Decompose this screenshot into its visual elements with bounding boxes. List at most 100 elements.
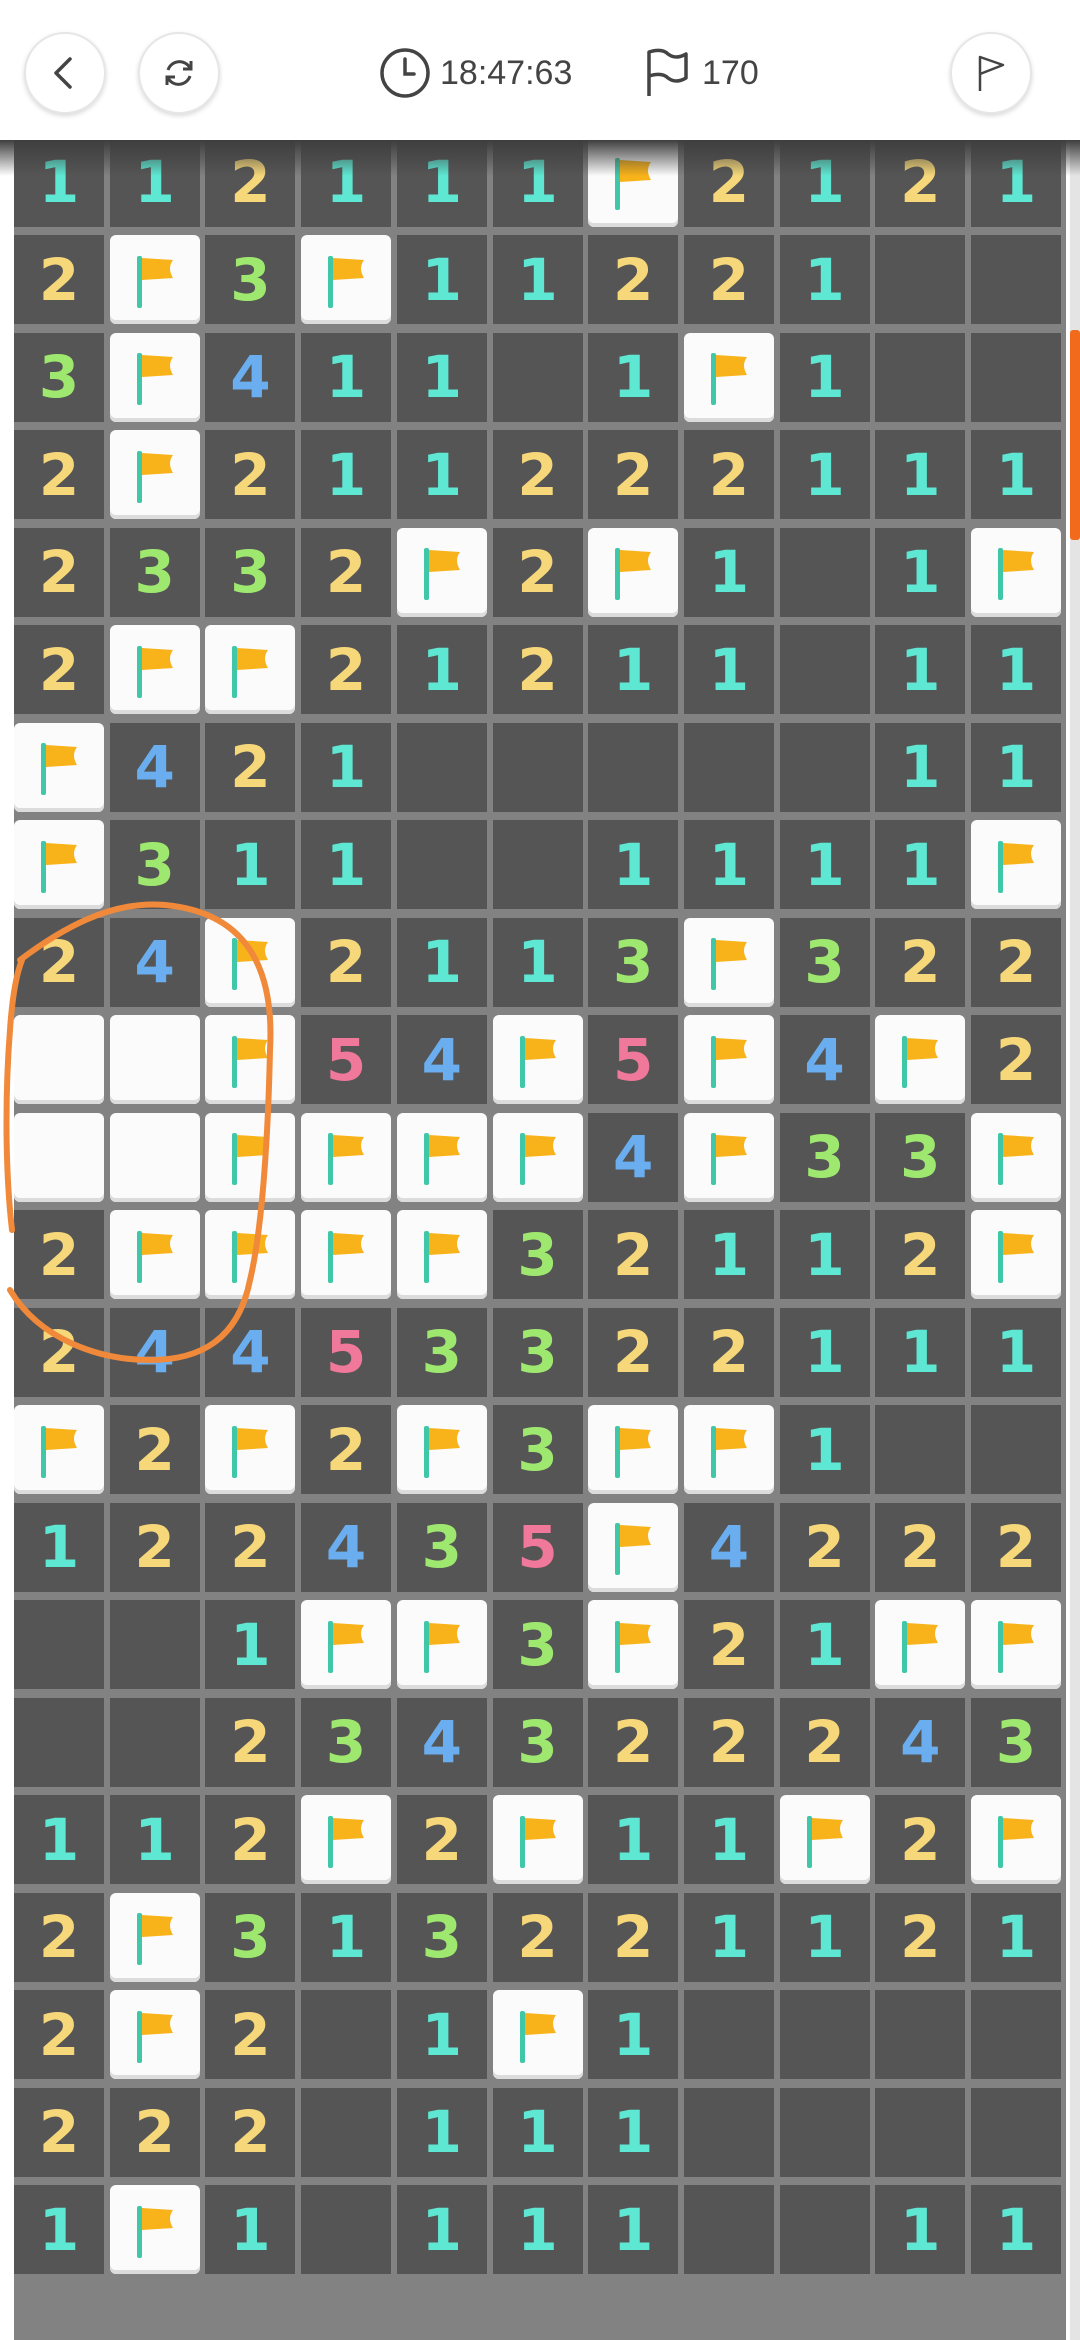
flagged-cell[interactable] — [109, 430, 200, 519]
number-cell[interactable]: 1 — [492, 235, 583, 324]
empty-cell[interactable] — [779, 2185, 870, 2274]
number-cell[interactable]: 2 — [14, 1307, 104, 1397]
number-cell[interactable]: 2 — [779, 1697, 870, 1787]
unopened-cell[interactable] — [14, 1112, 104, 1202]
number-cell[interactable]: 4 — [109, 722, 200, 812]
flagged-cell[interactable] — [492, 1112, 583, 1202]
number-cell[interactable]: 1 — [971, 2185, 1061, 2274]
number-cell[interactable]: 2 — [492, 1892, 583, 1982]
number-cell[interactable]: 1 — [109, 1795, 200, 1884]
number-cell[interactable]: 1 — [588, 625, 679, 714]
number-cell[interactable]: 4 — [779, 1015, 870, 1104]
number-cell[interactable]: 2 — [14, 430, 104, 519]
number-cell[interactable]: 1 — [588, 2185, 679, 2274]
number-cell[interactable]: 3 — [396, 1502, 487, 1592]
number-cell[interactable]: 2 — [492, 430, 583, 519]
empty-cell[interactable] — [875, 1990, 966, 2079]
number-cell[interactable]: 3 — [205, 527, 296, 617]
number-cell[interactable]: 2 — [779, 1502, 870, 1592]
number-cell[interactable]: 1 — [396, 1990, 487, 2079]
flagged-cell[interactable] — [109, 332, 200, 422]
flagged-cell[interactable] — [205, 1405, 296, 1494]
number-cell[interactable]: 2 — [875, 1502, 966, 1592]
flagged-cell[interactable] — [971, 1600, 1061, 1689]
number-cell[interactable]: 1 — [875, 625, 966, 714]
number-cell[interactable]: 2 — [14, 625, 104, 714]
back-button[interactable] — [24, 32, 106, 114]
flagged-cell[interactable] — [301, 235, 392, 324]
number-cell[interactable]: 3 — [492, 1697, 583, 1787]
empty-cell[interactable] — [875, 332, 966, 422]
number-cell[interactable]: 2 — [14, 527, 104, 617]
flagged-cell[interactable] — [971, 1112, 1061, 1202]
number-cell[interactable]: 2 — [683, 235, 774, 324]
empty-cell[interactable] — [779, 722, 870, 812]
empty-cell[interactable] — [779, 625, 870, 714]
empty-cell[interactable] — [875, 1405, 966, 1494]
number-cell[interactable]: 3 — [971, 1697, 1061, 1787]
number-cell[interactable]: 1 — [396, 430, 487, 519]
empty-cell[interactable] — [301, 1990, 392, 2079]
empty-cell[interactable] — [779, 2087, 870, 2177]
flagged-cell[interactable] — [14, 820, 104, 909]
unopened-cell[interactable] — [109, 1112, 200, 1202]
flagged-cell[interactable] — [492, 1015, 583, 1104]
empty-cell[interactable] — [301, 2185, 392, 2274]
number-cell[interactable]: 1 — [301, 332, 392, 422]
number-cell[interactable]: 3 — [301, 1697, 392, 1787]
number-cell[interactable]: 1 — [396, 2185, 487, 2274]
number-cell[interactable]: 2 — [14, 2087, 104, 2177]
number-cell[interactable]: 4 — [301, 1502, 392, 1592]
empty-cell[interactable] — [14, 1600, 104, 1689]
number-cell[interactable]: 1 — [971, 722, 1061, 812]
number-cell[interactable]: 2 — [301, 625, 392, 714]
number-cell[interactable]: 2 — [109, 2087, 200, 2177]
flagged-cell[interactable] — [14, 722, 104, 812]
number-cell[interactable]: 1 — [492, 2087, 583, 2177]
number-cell[interactable]: 1 — [205, 820, 296, 909]
flagged-cell[interactable] — [109, 1892, 200, 1982]
number-cell[interactable]: 2 — [588, 1892, 679, 1982]
empty-cell[interactable] — [875, 235, 966, 324]
number-cell[interactable]: 1 — [205, 1600, 296, 1689]
number-cell[interactable]: 1 — [588, 332, 679, 422]
number-cell[interactable]: 1 — [683, 527, 774, 617]
number-cell[interactable]: 1 — [396, 235, 487, 324]
unopened-cell[interactable] — [14, 1015, 104, 1104]
flagged-cell[interactable] — [875, 1015, 966, 1104]
flagged-cell[interactable] — [109, 625, 200, 714]
empty-cell[interactable] — [683, 1990, 774, 2079]
number-cell[interactable]: 2 — [109, 1405, 200, 1494]
number-cell[interactable]: 5 — [492, 1502, 583, 1592]
number-cell[interactable]: 2 — [109, 1502, 200, 1592]
number-cell[interactable]: 3 — [779, 917, 870, 1007]
number-cell[interactable]: 2 — [683, 430, 774, 519]
number-cell[interactable]: 2 — [492, 527, 583, 617]
restart-button[interactable] — [138, 32, 220, 114]
number-cell[interactable]: 3 — [779, 1112, 870, 1202]
number-cell[interactable]: 1 — [875, 430, 966, 519]
number-cell[interactable]: 3 — [205, 235, 296, 324]
number-cell[interactable]: 1 — [875, 820, 966, 909]
number-cell[interactable]: 2 — [588, 1210, 679, 1299]
empty-cell[interactable] — [109, 1697, 200, 1787]
number-cell[interactable]: 1 — [301, 430, 392, 519]
flagged-cell[interactable] — [971, 1795, 1061, 1884]
unopened-cell[interactable] — [109, 1015, 200, 1104]
flagged-cell[interactable] — [301, 1112, 392, 1202]
number-cell[interactable]: 1 — [779, 235, 870, 324]
flagged-cell[interactable] — [205, 1015, 296, 1104]
empty-cell[interactable] — [14, 1697, 104, 1787]
number-cell[interactable]: 1 — [779, 820, 870, 909]
number-cell[interactable]: 1 — [875, 1307, 966, 1397]
flagged-cell[interactable] — [396, 527, 487, 617]
number-cell[interactable]: 4 — [396, 1015, 487, 1104]
flag-mode-button[interactable] — [950, 32, 1032, 114]
number-cell[interactable]: 2 — [301, 527, 392, 617]
flagged-cell[interactable] — [301, 1795, 392, 1884]
number-cell[interactable]: 1 — [396, 917, 487, 1007]
number-cell[interactable]: 1 — [14, 1502, 104, 1592]
number-cell[interactable]: 4 — [109, 917, 200, 1007]
number-cell[interactable]: 1 — [301, 1892, 392, 1982]
number-cell[interactable]: 1 — [683, 1892, 774, 1982]
